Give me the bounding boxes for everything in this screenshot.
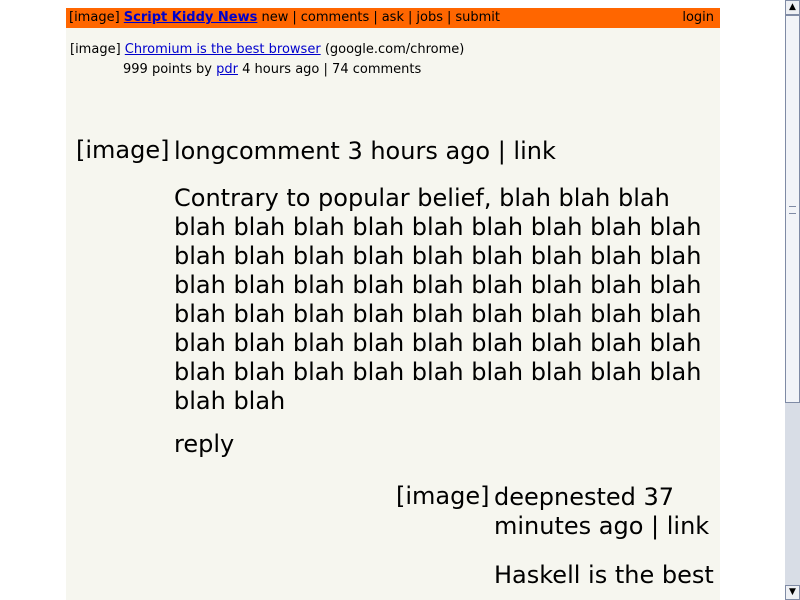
comment-body: Contrary to popular belief, blah blah bl… — [174, 184, 702, 415]
story-age: 4 hours ago — [242, 62, 320, 77]
comment-header[interactable]: longcomment 3 hours ago | link — [174, 137, 556, 166]
scrollbar-thumb[interactable] — [785, 15, 800, 403]
arrow-up-icon: ▲ — [789, 2, 796, 12]
story-title-link[interactable]: Chromium is the best browser — [125, 42, 321, 57]
story-comments-count[interactable]: 74 comments — [332, 62, 421, 77]
nav-comments-link[interactable]: comments — [301, 10, 370, 25]
grip-icon — [789, 206, 796, 214]
story-points: 999 points — [123, 62, 192, 77]
nav-ask-link[interactable]: ask — [382, 10, 404, 25]
vote-image-placeholder[interactable]: [image] — [70, 42, 121, 57]
top-bar-right: login — [682, 8, 714, 28]
top-bar-left: [image] Script Kiddy News new | comments | a… — [69, 8, 500, 28]
nav-separator: | — [446, 10, 452, 25]
top-bar: [image] Script Kiddy News new | comments | a… — [66, 8, 720, 28]
nav-new-link[interactable]: new — [262, 10, 289, 25]
browser-viewport: [image] Script Kiddy News new | comments | a… — [0, 0, 785, 600]
scroll-down-button[interactable]: ▼ — [785, 585, 800, 600]
scroll-up-button[interactable]: ▲ — [785, 0, 800, 15]
news-page: [image] Script Kiddy News new | comments | a… — [66, 8, 720, 600]
login-link[interactable]: login — [682, 10, 714, 25]
by-label: by — [196, 62, 212, 77]
arrow-down-icon: ▼ — [789, 587, 796, 597]
nav-separator: | — [407, 10, 413, 25]
nested-comment-body: Haskell is the best — [494, 561, 714, 589]
nav-submit-link[interactable]: submit — [455, 10, 500, 25]
nav-jobs-link[interactable]: jobs — [416, 10, 443, 25]
story-subtext: 999 points by pdr 4 hours ago | 74 comme… — [123, 60, 421, 80]
subtext-separator: | — [323, 62, 328, 77]
story-author-link[interactable]: pdr — [216, 62, 238, 77]
vertical-scrollbar[interactable]: ▲ ▼ — [785, 0, 800, 600]
site-name-link[interactable]: Script Kiddy News — [124, 10, 258, 25]
story-title-row: [image] Chromium is the best browser (go… — [70, 40, 464, 60]
nested-comment-header[interactable]: deepnested 37 minutes ago | link — [494, 483, 716, 541]
comment-indent-image-placeholder: [image] — [76, 136, 170, 164]
reply-link[interactable]: reply — [174, 430, 234, 459]
logo-image-placeholder[interactable]: [image] — [69, 10, 120, 25]
story-domain: (google.com/chrome) — [324, 42, 465, 57]
nested-comment-indent-image-placeholder: [image] — [396, 482, 490, 510]
nav-separator: | — [292, 10, 297, 25]
nav-separator: | — [373, 10, 378, 25]
